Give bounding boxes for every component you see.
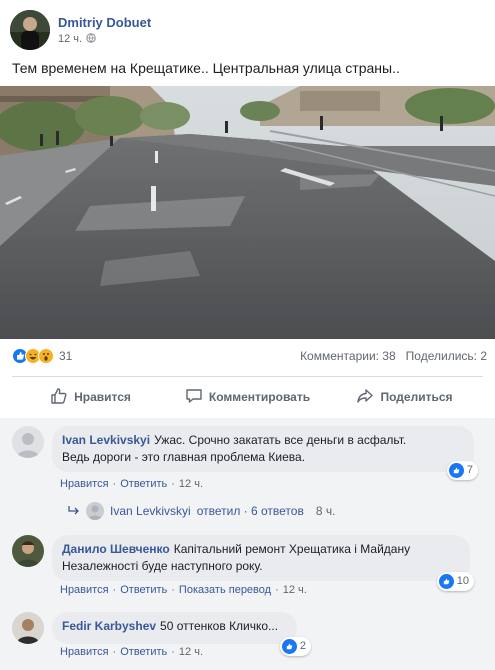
comment-actions: Нравится · Ответить · 12 ч. — [60, 478, 204, 490]
comment-reply-link[interactable]: Ответить — [120, 478, 167, 490]
comment-text: Ужас. Срочно закатать все деньги в асфал… — [154, 433, 407, 447]
comment-like-badge[interactable]: 10 — [436, 572, 474, 591]
reaction-count[interactable]: 31 — [59, 349, 72, 363]
comment-bubble: Данило Шевченко Капітальний ремонт Хрещат… — [52, 535, 474, 591]
like-button[interactable]: Нравится — [12, 380, 169, 414]
comment-like-link[interactable]: Нравится — [60, 646, 109, 658]
comment: Fedir Karbyshev 50 оттенков Кличко... 2 — [12, 612, 311, 656]
globe-icon — [86, 32, 96, 46]
comment-text-line2: Ведь дороги - это главная проблема Киева… — [62, 450, 306, 464]
comment-time[interactable]: 12 ч. — [179, 646, 203, 658]
commenter-avatar[interactable] — [12, 426, 44, 458]
replier-name: Ivan Levkivskyi — [110, 504, 191, 518]
share-button-label: Поделиться — [380, 390, 453, 404]
post-actions: Нравится Комментировать Поделиться — [12, 380, 483, 414]
replies-time: 8 ч. — [315, 504, 336, 518]
post-text: Тем временем на Крещатике.. Центральная … — [12, 60, 400, 76]
comment-icon — [185, 387, 203, 408]
post-header: Dmitriy Dobuet 12 ч. — [10, 9, 151, 51]
comment-time[interactable]: 12 ч. — [283, 584, 307, 596]
comment-reply-link[interactable]: Ответить — [120, 584, 167, 596]
divider — [12, 376, 483, 377]
comment-text: 50 оттенков Кличко... — [160, 619, 279, 633]
thumbs-up-icon — [50, 387, 68, 408]
wow-icon — [38, 348, 54, 364]
like-icon — [438, 574, 454, 589]
comment-like-count: 10 — [456, 575, 469, 587]
comment-text: Капітальний ремонт Хрещатика і Майдану — [173, 542, 411, 556]
comment-button[interactable]: Комментировать — [169, 380, 326, 414]
comment: Ivan Levkivskyi Ужас. Срочно закатать все… — [12, 426, 478, 480]
reactions-bar: 31 Комментарии: 38 Поделились: 2 — [12, 346, 487, 366]
shares-count[interactable]: Поделились: 2 — [406, 349, 487, 363]
commenter-name[interactable]: Fedir Karbyshev — [62, 619, 156, 633]
comment-bubble: Fedir Karbyshev 50 оттенков Кличко... 2 — [52, 612, 311, 656]
comment-actions: Нравится · Ответить · Показать перевод · 12… — [60, 584, 307, 596]
share-icon — [356, 387, 374, 408]
reaction-summary[interactable]: 31 — [12, 348, 72, 364]
share-button[interactable]: Поделиться — [326, 380, 483, 414]
post-timestamp[interactable]: 12 ч. — [58, 33, 82, 45]
comments-count[interactable]: Комментарии: 38 — [300, 349, 396, 363]
view-replies[interactable]: Ivan Levkivskyi ответил · 6 ответов 8 ч. — [68, 502, 335, 520]
comment-like-link[interactable]: Нравится — [60, 478, 109, 490]
like-icon — [281, 639, 297, 654]
comment-like-link[interactable]: Нравится — [60, 584, 109, 596]
replies-summary: ответил · 6 ответов — [196, 504, 304, 518]
comment-like-badge[interactable]: 7 — [446, 461, 478, 480]
comment-actions: Нравится · Ответить · 12 ч. — [60, 646, 204, 658]
comment-time[interactable]: 12 ч. — [179, 478, 203, 490]
commenter-name[interactable]: Данило Шевченко — [62, 542, 170, 556]
author-avatar[interactable] — [10, 10, 50, 50]
comment-like-badge[interactable]: 2 — [279, 637, 311, 656]
reply-arrow-icon — [68, 504, 80, 518]
like-button-label: Нравится — [74, 390, 131, 404]
replier-avatar — [86, 502, 104, 520]
commenter-avatar[interactable] — [12, 612, 44, 644]
comment-reply-link[interactable]: Ответить — [120, 646, 167, 658]
comment-like-count: 7 — [466, 464, 473, 476]
commenter-avatar[interactable] — [12, 535, 44, 567]
post-photo[interactable] — [0, 86, 495, 339]
commenter-name[interactable]: Ivan Levkivskyi — [62, 433, 150, 447]
comment-bubble: Ivan Levkivskyi Ужас. Срочно закатать все… — [52, 426, 478, 480]
show-translation-link[interactable]: Показать перевод — [179, 584, 271, 596]
like-icon — [448, 463, 464, 478]
comment-text-line2: Незалежності буде наступного року. — [62, 559, 263, 573]
comment-button-label: Комментировать — [208, 390, 311, 404]
comment: Данило Шевченко Капітальний ремонт Хрещат… — [12, 535, 474, 591]
comment-like-count: 2 — [299, 640, 306, 652]
author-name[interactable]: Dmitriy Dobuet — [58, 15, 151, 30]
